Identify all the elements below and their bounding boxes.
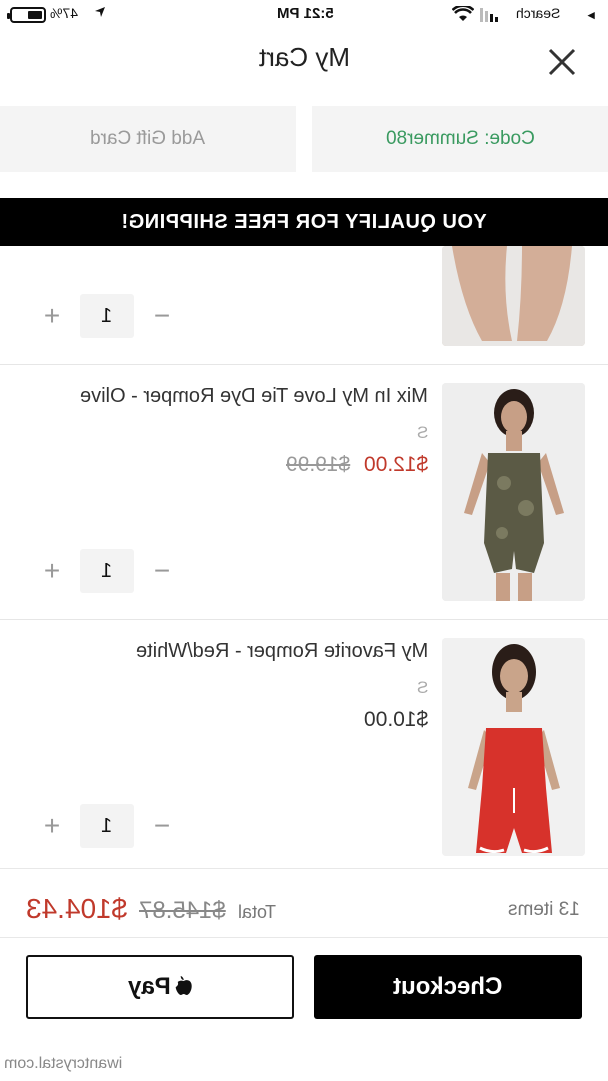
cart-item: My Favorite Romper - Red/White S $10.00 … — [0, 620, 608, 870]
battery-icon — [7, 7, 46, 23]
add-gift-card-button[interactable]: Add Gift Card — [0, 106, 296, 172]
quantity-value[interactable]: 1 — [80, 549, 134, 593]
wifi-icon — [451, 4, 475, 26]
original-total: $145.87 — [139, 897, 226, 924]
price-row: $10.00 — [364, 708, 428, 732]
quantity-value[interactable]: 1 — [80, 294, 134, 338]
apple-pay-label: Pay — [128, 957, 193, 1017]
page-title: My Cart — [258, 42, 350, 72]
decrease-quantity-button[interactable]: − — [146, 810, 178, 842]
increase-quantity-button[interactable]: + — [36, 300, 68, 332]
product-image[interactable] — [442, 638, 585, 856]
battery-percent: 47% — [50, 5, 79, 21]
sale-price: $12.00 — [363, 453, 428, 476]
signal-icon — [480, 8, 500, 26]
status-bar: 47% 5:21 PM Search ◂ — [0, 0, 608, 32]
divider — [0, 937, 608, 938]
back-to-search[interactable]: Search — [516, 5, 560, 21]
product-size: S — [416, 678, 428, 697]
watermark: iwantcrystal.com — [4, 1055, 123, 1072]
sale-total: $104.43 — [26, 893, 128, 924]
quantity-stepper[interactable]: + 1 − — [30, 294, 180, 338]
quantity-stepper[interactable]: + 1 − — [30, 549, 180, 593]
free-shipping-banner: YOU QUALIFY FOR FREE SHIPPING! — [0, 198, 608, 246]
status-time: 5:21 PM — [276, 5, 334, 22]
promo-code-button[interactable]: Code: Summer80 — [312, 106, 608, 172]
item-count: 13 items — [508, 899, 580, 920]
quantity-value[interactable]: 1 — [80, 804, 134, 848]
original-price: $19.99 — [285, 453, 350, 476]
cart-header: My Cart — [0, 32, 608, 88]
checkout-button[interactable]: Checkout — [314, 955, 582, 1019]
decrease-quantity-button[interactable]: − — [146, 555, 178, 587]
cart-footer: $104.43 $145.87 Total 13 items Pay Checkou… — [0, 868, 608, 1081]
product-image[interactable] — [442, 383, 585, 601]
cart-item: + 1 − — [0, 246, 608, 365]
close-icon[interactable] — [544, 44, 580, 80]
product-name[interactable]: My Favorite Romper - Red/White — [136, 640, 428, 663]
product-name[interactable]: Mix In My Love Tie Dye Romper - Olive — [80, 385, 428, 408]
location-arrow-icon — [94, 5, 106, 21]
back-chevron-icon: ◂ — [588, 7, 595, 22]
increase-quantity-button[interactable]: + — [36, 555, 68, 587]
increase-quantity-button[interactable]: + — [36, 810, 68, 842]
apple-pay-button[interactable]: Pay — [26, 955, 294, 1019]
decrease-quantity-button[interactable]: − — [146, 300, 178, 332]
cart-item: Mix In My Love Tie Dye Romper - Olive S … — [0, 365, 608, 620]
total-label: Total — [237, 902, 277, 922]
apple-icon — [174, 957, 192, 1017]
cart-totals: $104.43 $145.87 Total — [26, 893, 276, 925]
product-price: $10.00 — [363, 708, 428, 731]
quantity-stepper[interactable]: + 1 − — [30, 804, 180, 848]
price-row: $19.99 $12.00 — [286, 453, 428, 477]
product-image[interactable] — [442, 246, 585, 346]
promo-row: Add Gift Card Code: Summer80 — [0, 106, 608, 172]
product-size: S — [416, 423, 428, 442]
